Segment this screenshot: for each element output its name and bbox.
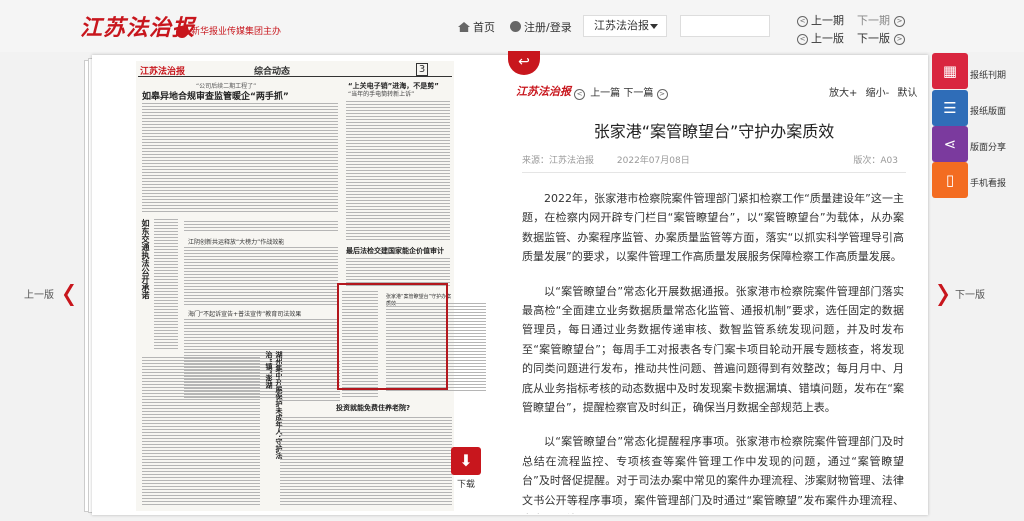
newspaper-page-panel: 江苏法治报 综合动态 3 “公司后续二期工程了” 如皋异地合规审查监管暖企“两手… [92, 55, 500, 515]
paper-page-number: 3 [416, 63, 428, 76]
divider [138, 76, 452, 77]
article-meta: 来源：江苏法治报 2022年07月08日 版次：A03 [522, 153, 906, 173]
pdf-icon: ⬇ [451, 447, 481, 475]
chevron-left-icon: < [797, 34, 808, 45]
prev-page-label[interactable]: 上一版 [24, 286, 54, 301]
paper-headline: 如皋异地合规审查监管暖企“两手抓” [142, 92, 289, 102]
download-pdf-button[interactable]: ⬇ 下载 [449, 447, 483, 490]
return-arrow-icon[interactable]: ↩ [508, 51, 540, 75]
paper-subhead: 海门“不起诉宣告+普法宣传”教育司法效果 [188, 311, 302, 318]
article-paragraph: 以“案管瞭望台”常态化开展数据通报。张家港市检察院案件管理部门落实最高检“全面建… [522, 284, 904, 415]
text-block [184, 221, 338, 233]
paper-select-value: 江苏法治报 [594, 19, 649, 32]
home-icon [458, 22, 470, 32]
prev-edition-label: 上一版 [811, 32, 844, 45]
publisher-logo: 新华报业传媒集团主办 [176, 24, 281, 38]
zoom-controls: 放大+ 缩小- 默认 [829, 84, 922, 99]
sidebar-item-pages[interactable]: 报纸版面 [970, 104, 1006, 117]
chevron-right-icon: > [894, 34, 905, 45]
nav-home-label: 首页 [473, 21, 495, 34]
chevron-right-icon[interactable]: > [656, 89, 668, 100]
text-block [142, 103, 338, 213]
sidebar-item-share[interactable]: 版面分享 [970, 140, 1006, 153]
chevron-right-icon: > [894, 16, 905, 27]
paper-vertical-headline: 如东交通执法公开承诺 [141, 219, 150, 299]
chevron-down-icon [650, 24, 658, 29]
paper-select[interactable]: 江苏法治报 [583, 15, 667, 37]
download-label: 下载 [456, 480, 475, 490]
zoom-in-button[interactable]: 放大+ [829, 88, 857, 99]
next-page-label[interactable]: 下一版 [955, 286, 985, 301]
user-icon [510, 21, 521, 32]
zoom-reset-button[interactable]: 默认 [897, 88, 917, 99]
paper-subhead: “当年的手电筒转新上诉” [348, 91, 415, 98]
next-issue-label: 下一期 [857, 14, 890, 27]
nav-login-link[interactable]: 注册/登录 [510, 19, 572, 35]
article-nav: < 上一篇 下一篇 > [574, 84, 670, 100]
article-logo: 江苏法治报 [516, 85, 571, 98]
next-article-link[interactable]: 下一篇 [623, 88, 653, 99]
calendar-icon[interactable]: ▦ [932, 53, 968, 89]
article-paragraph: 以“案管瞭望台”常态化提醒程序事项。张家港市检察院案件管理部门及时总结在流程监控… [522, 435, 904, 514]
publisher-label: 新华报业传媒集团主办 [191, 27, 282, 37]
next-edition-link[interactable]: 下一版 > [857, 30, 905, 46]
prev-issue-link[interactable]: < 上一期 [797, 12, 844, 28]
paper-headline: 最后法检交建国家能企价值审计 [346, 247, 444, 255]
article-source: 来源：江苏法治报 [522, 156, 595, 166]
prev-issue-label: 上一期 [811, 14, 844, 27]
article-paragraph: 2022年，张家港市检察院案件管理部门紧扣检察工作“质量建设年”这一主题，在检察… [522, 192, 904, 264]
article-body: 2022年，张家港市检察院案件管理部门紧扣检察工作“质量建设年”这一主题，在检察… [522, 189, 904, 514]
text-block [154, 219, 178, 349]
zoom-out-button[interactable]: 缩小- [866, 88, 890, 99]
paper-headline: 投资就能免费住养老院? [336, 404, 411, 412]
prev-article-link[interactable]: 上一篇 [590, 88, 620, 99]
chevron-left-icon: < [797, 16, 808, 27]
next-issue-link[interactable]: 下一期 > [857, 12, 905, 28]
chevron-left-icon[interactable] [63, 284, 74, 306]
article-edition: 版次：A03 [853, 156, 898, 166]
xinhua-mark-icon [176, 25, 188, 38]
text-block [280, 361, 340, 401]
date-input[interactable] [680, 15, 770, 37]
text-block [346, 101, 450, 241]
sidebar-item-issues[interactable]: 报纸刊期 [970, 68, 1006, 81]
next-edition-label: 下一版 [857, 32, 890, 45]
sidebar-item-mobile[interactable]: 手机看报 [970, 176, 1006, 189]
article-panel: ↩ 江苏法治报 < 上一篇 下一篇 > 放大+ 缩小- 默认 张家港“案管瞭望台… [500, 51, 928, 515]
article-title: 张家港“案管瞭望台”守护办案质效 [593, 122, 835, 141]
article-date: 2022年07月08日 [616, 156, 690, 166]
article-highlight-box[interactable] [337, 283, 448, 390]
nav-login-label: 注册/登录 [524, 21, 572, 34]
paper-subhead: 江阴创新共运释放“大榜力”作战效能 [188, 239, 285, 246]
mobile-icon[interactable]: ▯ [932, 162, 968, 198]
list-icon[interactable]: ☰ [932, 90, 968, 126]
text-block [142, 357, 260, 507]
chevron-right-icon[interactable] [938, 284, 949, 306]
nav-home-link[interactable]: 首页 [458, 19, 495, 35]
newspaper-book: 江苏法治报 综合动态 3 “公司后续二期工程了” 如皋异地合规审查监管暖企“两手… [92, 51, 928, 515]
text-block [280, 417, 452, 507]
chevron-left-icon[interactable]: < [574, 89, 585, 100]
top-header: 江苏法治报 新华报业传媒集团主办 首页 注册/登录 江苏法治报 < 上一期 下一期… [0, 0, 1024, 52]
share-icon[interactable]: ⋖ [932, 126, 968, 162]
prev-edition-link[interactable]: < 上一版 [797, 30, 844, 46]
text-block [184, 247, 338, 307]
